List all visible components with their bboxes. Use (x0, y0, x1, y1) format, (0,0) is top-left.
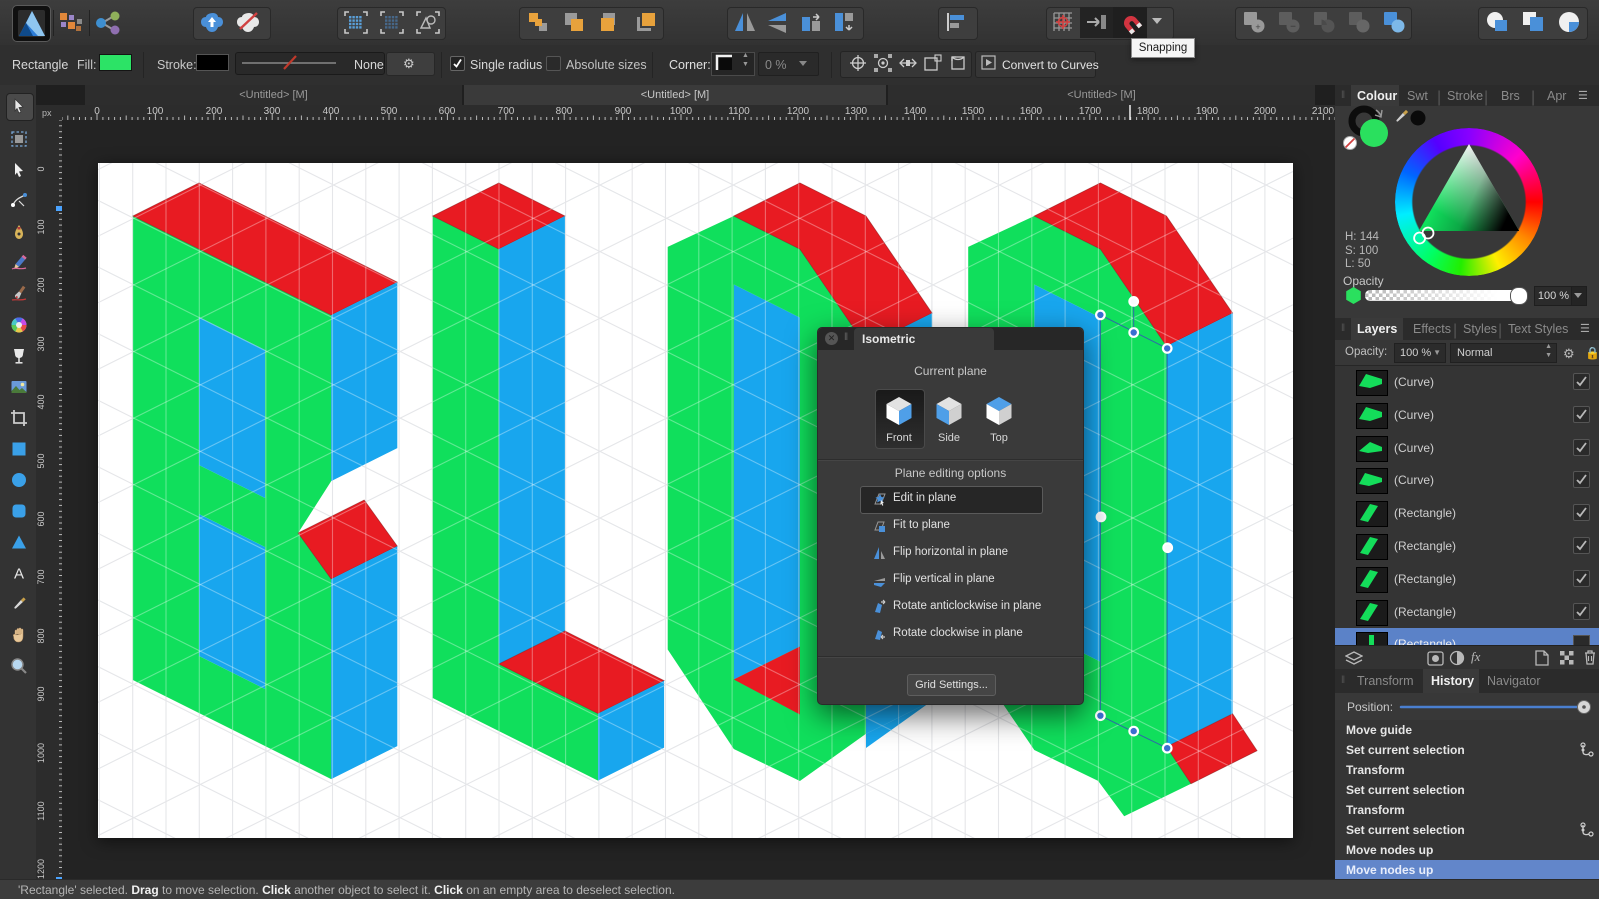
svg-text:+: + (1255, 22, 1260, 32)
svg-text:−: − (1290, 22, 1296, 33)
svg-text:A: A (14, 566, 24, 583)
